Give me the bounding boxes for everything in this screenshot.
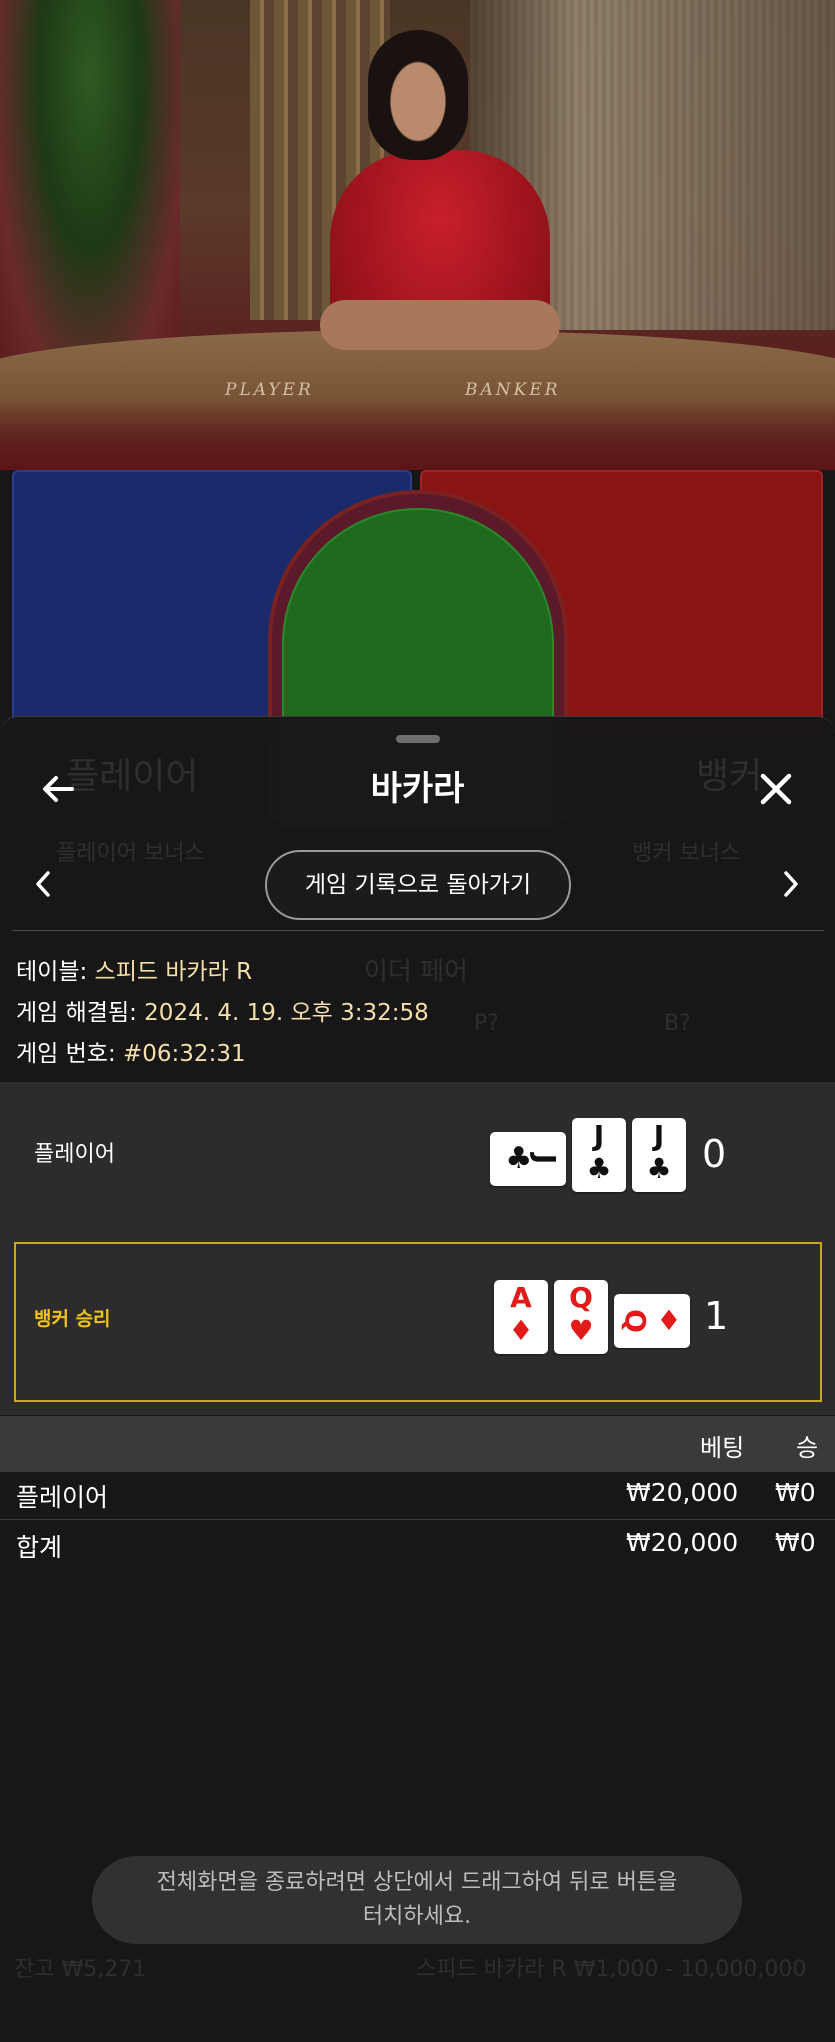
table-label-player: PLAYER	[225, 380, 314, 400]
total-bet: ₩20,000	[626, 1528, 739, 1557]
next-game-button[interactable]	[776, 864, 806, 908]
bet-row-amount: ₩20,000	[626, 1478, 739, 1507]
video-fade	[0, 400, 835, 470]
ghost-player-pair: P?	[474, 1011, 499, 1036]
player-card-2: J ♣	[572, 1118, 626, 1192]
player-score: 0	[702, 1132, 727, 1176]
player-card-1: ♣J	[490, 1132, 566, 1186]
table-label-banker: BANKER	[465, 380, 561, 400]
total-win: ₩0	[775, 1528, 816, 1557]
resolved-info: 게임 해결됨: 2024. 4. 19. 오후 3:32:58	[16, 993, 429, 1027]
banker-card-2: Q ♥	[554, 1280, 608, 1354]
column-win: 승	[796, 1434, 819, 1462]
ghost-banker-bonus: 뱅커 보너스	[632, 841, 741, 866]
banker-card-3-rank: Q	[618, 1309, 652, 1333]
divider	[12, 930, 824, 931]
toast-line-1: 전체화면을 종료하려면 상단에서 드래그하여 뒤로 버튼을	[156, 1870, 678, 1895]
banker-card-2-suit: ♥	[568, 1314, 594, 1347]
sheet-title: 바카라	[370, 769, 465, 809]
chevron-right-icon	[784, 871, 798, 897]
player-card-1-rank: J	[529, 1153, 563, 1165]
player-card-2-rank: J	[593, 1119, 605, 1152]
column-bet: 베팅	[700, 1434, 745, 1462]
bet-row-win: ₩0	[775, 1478, 816, 1507]
player-card-2-suit: ♣	[586, 1152, 612, 1185]
game-number-label: 게임 번호:	[16, 1041, 124, 1067]
ghost-banker-pair: B?	[664, 1011, 691, 1036]
ghost-either-pair: 이더 페어	[364, 957, 468, 987]
close-icon	[760, 773, 792, 805]
player-card-3: J ♣	[632, 1118, 686, 1192]
player-card-3-rank: J	[653, 1119, 665, 1152]
bet-row-label: 플레이어	[16, 1483, 109, 1512]
previous-game-button[interactable]	[28, 864, 58, 908]
ghost-table-limits: 스피드 바카라 R ₩1,000 - 10,000,000	[416, 1957, 807, 1982]
game-number-info: 게임 번호: #06:32:31	[16, 1034, 246, 1068]
banker-card-1-rank: A	[510, 1281, 532, 1314]
divider	[0, 1519, 835, 1520]
ghost-balance: 잔고 ₩5,271	[14, 1957, 147, 1982]
resolved-info-label: 게임 해결됨:	[16, 1000, 145, 1026]
banker-card-1-suit: ♦	[508, 1314, 534, 1347]
chevron-left-icon	[36, 871, 50, 897]
banker-card-2-rank: Q	[569, 1281, 593, 1314]
total-label: 합계	[16, 1533, 63, 1562]
dealer-arms	[320, 300, 560, 350]
banker-card-3: Q ♦	[614, 1294, 690, 1348]
ghost-player-bonus: 플레이어 보너스	[56, 841, 205, 866]
table-info: 테이블: 스피드 바카라 R	[16, 952, 252, 986]
fullscreen-exit-toast: 전체화면을 종료하려면 상단에서 드래그하여 뒤로 버튼을 터치하세요.	[92, 1856, 742, 1944]
resolved-info-value: 2024. 4. 19. 오후 3:32:58	[144, 1000, 429, 1026]
bets-table-header: 베팅 승	[0, 1416, 835, 1472]
plant-decoration	[0, 0, 180, 380]
dealer-head	[368, 30, 468, 160]
game-number-value: #06:32:31	[123, 1041, 246, 1067]
banker-score: 1	[704, 1294, 729, 1338]
table-info-value: 스피드 바카라 R	[94, 959, 253, 985]
banker-card-1: A ♦	[494, 1280, 548, 1354]
back-to-history-button[interactable]: 게임 기록으로 돌아가기	[265, 850, 571, 920]
table-info-label: 테이블:	[16, 959, 95, 985]
player-card-3-suit: ♣	[646, 1152, 672, 1185]
player-hand-label: 플레이어	[34, 1142, 115, 1167]
toast-line-2: 터치하세요.	[362, 1904, 472, 1929]
banker-winner-highlight	[14, 1242, 822, 1402]
sheet-drag-handle[interactable]	[396, 735, 440, 743]
close-button[interactable]	[752, 765, 800, 813]
banker-win-label: 뱅커 승리	[34, 1308, 111, 1330]
live-video-stream: PLAYER BANKER	[0, 0, 835, 470]
